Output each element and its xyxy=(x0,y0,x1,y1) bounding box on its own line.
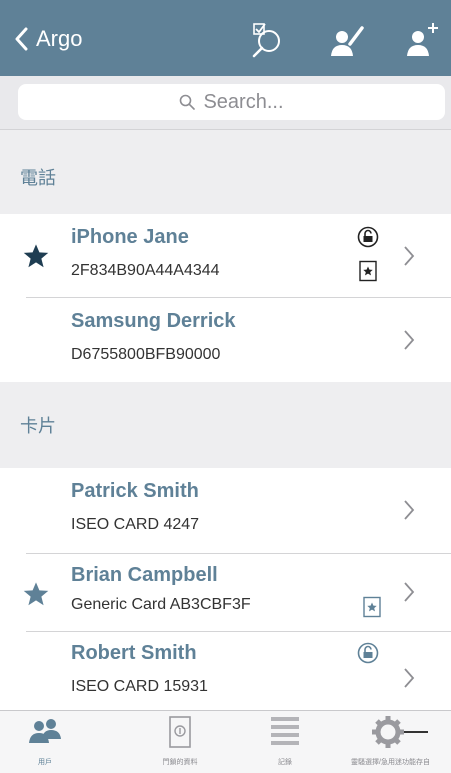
row-identifier: 2F834B90A44A4344 xyxy=(71,262,220,279)
row-identifier: ISEO CARD 4247 xyxy=(71,516,200,533)
list-item[interactable]: Robert Smith ISEO CARD 15931 xyxy=(0,632,451,710)
chevron-right-icon xyxy=(402,580,416,604)
row-name: Brian Campbell xyxy=(71,564,218,586)
star-card-icon xyxy=(361,596,383,618)
section-header-cards: 卡片 xyxy=(0,382,451,468)
list-item[interactable]: Patrick Smith ISEO CARD 4247 xyxy=(0,468,451,554)
list-icon xyxy=(267,715,303,749)
search-icon xyxy=(180,94,196,110)
tab-bar: 用戶 門鎖的資料 記錄 靈騷選擇/急用迷功能存自 xyxy=(0,710,451,773)
list-item[interactable]: Brian Campbell Generic Card AB3CBF3F xyxy=(0,554,451,632)
back-label: Argo xyxy=(36,26,83,51)
section-title: 卡片 xyxy=(20,416,56,436)
search-placeholder: Search... xyxy=(203,90,284,113)
row-name: Samsung Derrick xyxy=(71,310,236,332)
edit-user-icon[interactable] xyxy=(328,20,368,60)
nav-bar: Argo xyxy=(0,0,451,76)
chevron-right-icon xyxy=(402,498,416,522)
lock-icon xyxy=(357,642,379,664)
chevron-right-icon xyxy=(402,666,416,690)
tab-settings[interactable]: 靈騷選擇/急用迷功能存自 xyxy=(330,711,451,773)
list-item[interactable]: iPhone Jane 2F834B90A44A4344 xyxy=(0,214,451,298)
chevron-left-icon xyxy=(15,27,28,51)
tab-label: 用戶 xyxy=(38,759,52,766)
tab-door-data[interactable]: 門鎖的資料 xyxy=(130,711,230,773)
star-card-icon xyxy=(357,260,379,282)
row-name: iPhone Jane xyxy=(71,226,189,248)
add-user-icon[interactable] xyxy=(402,20,442,60)
row-name: Robert Smith xyxy=(71,642,197,664)
chevron-right-icon xyxy=(402,328,416,352)
tab-users[interactable]: 用戶 xyxy=(0,711,90,773)
row-identifier: ISEO CARD 15931 xyxy=(71,678,208,695)
tab-label: 靈騷選擇/急用迷功能存自 xyxy=(351,759,430,766)
search-bar: Search... xyxy=(0,76,451,130)
search-input[interactable]: Search... xyxy=(18,84,445,120)
search-filter-icon[interactable] xyxy=(246,20,286,60)
star-icon xyxy=(22,242,50,270)
users-icon xyxy=(27,715,63,749)
star-icon xyxy=(22,580,50,608)
row-name: Patrick Smith xyxy=(71,480,199,502)
section-title: 電話 xyxy=(20,168,56,188)
tab-label: 記錄 xyxy=(278,759,292,766)
list-item[interactable]: Samsung Derrick D6755800BFB90000 xyxy=(0,298,451,382)
back-button[interactable]: Argo xyxy=(14,22,82,56)
row-identifier: Generic Card AB3CBF3F xyxy=(71,596,251,613)
lock-icon xyxy=(357,226,379,248)
tab-label: 門鎖的資料 xyxy=(162,759,198,766)
section-header-phones: 電話 xyxy=(0,130,451,214)
row-identifier: D6755800BFB90000 xyxy=(71,346,221,363)
tab-records[interactable]: 記錄 xyxy=(240,711,330,773)
gear-icon xyxy=(370,715,430,749)
door-icon xyxy=(162,715,198,749)
chevron-right-icon xyxy=(402,244,416,268)
